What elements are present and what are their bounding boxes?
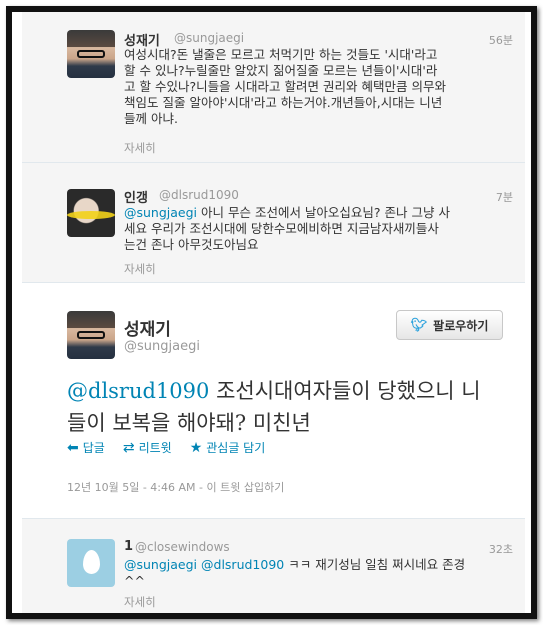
avatar[interactable]: [67, 539, 115, 587]
expand-link[interactable]: 자세히: [124, 594, 156, 610]
reply-button[interactable]: ⬅ 답글: [67, 439, 105, 456]
screenshot-frame: 성재기 @sungjaegi 56분 여성시대?돈 낼줄은 모르고 처먹기만 하…: [6, 6, 537, 619]
tweet-text: @dlsrud1090 조선시대여자들이 당했으니 니 들이 보복을 해야돼? …: [67, 375, 517, 439]
author-handle[interactable]: @dlsrud1090: [159, 188, 239, 202]
tweet-time[interactable]: 56분: [489, 32, 513, 48]
tweet-text-line: 책임도 질줄 알아야'시대'라고 하는거야.개년들아,시대는 니년: [124, 95, 443, 110]
retweet-icon: ⇄: [122, 439, 135, 456]
author-handle[interactable]: @sungjaegi: [124, 339, 200, 354]
tweet-dlsrud1090[interactable]: 인갱 @dlsrud1090 7분 @sungjaegi 아니 무슨 조선에서 …: [22, 163, 525, 283]
reply-arrow-icon: ⬅: [67, 439, 79, 456]
tweet-text-line: 여성시대?돈 낼줄은 모르고 처먹기만 하는 것들도 '시대'라고: [124, 47, 438, 62]
tweet-time[interactable]: 7분: [496, 189, 513, 205]
follow-button[interactable]: 🐦︎ 팔로우하기: [396, 310, 503, 340]
star-icon: ★: [189, 439, 203, 456]
tweet-text-line: 고 할 수있나?니들을 시대라고 할려면 권리와 혜택만큼 의무와: [124, 79, 446, 94]
retweet-button[interactable]: ⇄ 리트윗: [123, 439, 172, 456]
retweet-label: 리트윗: [138, 441, 172, 455]
expand-link[interactable]: 자세히: [124, 261, 156, 277]
tweet-text-segment: 아니 무슨 조선에서 날아오십요님? 존나 그냥 사: [197, 205, 450, 220]
egg-icon: [83, 550, 100, 574]
author-name[interactable]: 1: [124, 539, 133, 554]
reply-label: 답글: [82, 441, 105, 455]
author-handle[interactable]: @closewindows: [135, 540, 230, 554]
glasses-graphic: [77, 50, 105, 58]
tweet-text-line: 할 수 있나?누릴줄만 알았지 짊어질줄 모르는 년들이'시대'라: [124, 63, 438, 78]
tweet-text-line: 들이 보복을 해야돼? 미친년: [67, 411, 311, 435]
mention-link[interactable]: @dlsrud1090: [201, 557, 284, 572]
tweet-timestamp[interactable]: 12년 10월 5일 - 4:46 AM - 이 트윗 삽입하기: [67, 479, 284, 495]
twitter-bird-icon: 🐦︎: [410, 317, 428, 333]
favorite-button[interactable]: ★ 관심글 담기: [190, 439, 266, 456]
tweet-text-line: 는건 존나 아무것도아님요: [124, 237, 259, 252]
follow-label: 팔로우하기: [433, 318, 489, 333]
mention-link[interactable]: @sungjaegi: [124, 557, 197, 572]
favorite-label: 관심글 담기: [206, 441, 266, 455]
tweet-text-line: ^^: [124, 573, 145, 588]
tweet-text-segment: ㅋㅋ 재기성님 일침 쩌시네요 존경: [284, 557, 466, 572]
tweet-text: @sungjaegi @dlsrud1090 ㅋㅋ 재기성님 일침 쩌시네요 존…: [124, 557, 514, 589]
tweet-text: 여성시대?돈 낼줄은 모르고 처먹기만 하는 것들도 '시대'라고 할 수 있나…: [124, 47, 514, 127]
tweet-conversation: 성재기 @sungjaegi 56분 여성시대?돈 낼줄은 모르고 처먹기만 하…: [22, 12, 525, 613]
mention-link[interactable]: @sungjaegi: [124, 205, 197, 220]
avatar[interactable]: [67, 311, 115, 359]
tweet-time[interactable]: 32초: [489, 541, 513, 557]
tweet-main-permalink: 성재기 @sungjaegi 🐦︎ 팔로우하기 @dlsrud1090 조선시대…: [22, 283, 525, 518]
expand-link[interactable]: 자세히: [124, 140, 156, 156]
tweet-text-line: 세요 우리가 조선시대에 당한수모에비하면 지금남자새끼들사: [124, 221, 439, 236]
tweet-text: @sungjaegi 아니 무슨 조선에서 날아오십요님? 존나 그냥 사 세요…: [124, 205, 514, 253]
tweet-sungjaegi-1[interactable]: 성재기 @sungjaegi 56분 여성시대?돈 낼줄은 모르고 처먹기만 하…: [22, 12, 525, 163]
tweet-text-line: 들께 아냐.: [124, 111, 178, 126]
tweet-closewindows[interactable]: 1 @closewindows 32초 @sungjaegi @dlsrud10…: [22, 518, 525, 613]
halo-graphic: [67, 211, 115, 219]
avatar[interactable]: [67, 30, 115, 78]
avatar[interactable]: [67, 189, 115, 237]
author-name[interactable]: 인갱: [124, 187, 148, 206]
glasses-graphic: [77, 331, 105, 339]
author-name[interactable]: 성재기: [124, 315, 171, 340]
mention-link[interactable]: @dlsrud1090: [67, 379, 209, 403]
tweet-text-segment: 조선시대여자들이 당했으니 니: [209, 379, 481, 403]
author-handle[interactable]: @sungjaegi: [174, 31, 244, 45]
tweet-actions: ⬅ 답글 ⇄ 리트윗 ★ 관심글 담기: [67, 439, 265, 456]
